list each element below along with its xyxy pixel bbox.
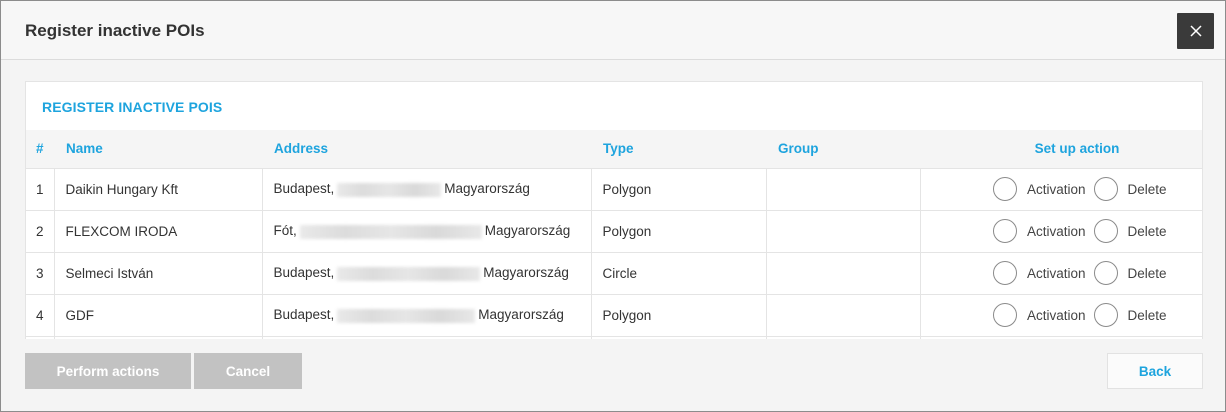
activation-label: Activation xyxy=(1026,265,1086,281)
activation-label: Activation xyxy=(1026,181,1086,197)
row-address: Budapest, Magyarország xyxy=(262,168,592,211)
row-actions: Activation Delete xyxy=(920,168,1202,211)
address-city: Budapest, xyxy=(273,181,335,197)
table-header-row: # Name Address Type Group Set up action xyxy=(26,130,1202,169)
activation-option[interactable]: Activation xyxy=(992,219,1086,243)
delete-radio[interactable] xyxy=(1093,177,1118,201)
redacted-street xyxy=(337,266,481,281)
activation-radio[interactable] xyxy=(992,177,1017,201)
back-button[interactable]: Back xyxy=(1107,353,1203,389)
row-group xyxy=(766,294,921,337)
activation-label: Activation xyxy=(1026,223,1086,239)
table-row: 2 FLEXCOM IRODA Fót, Magyarország Polygon… xyxy=(26,210,1202,253)
delete-label: Delete xyxy=(1127,181,1167,197)
row-name: GDF xyxy=(54,294,263,337)
row-type: Circle xyxy=(591,252,767,295)
activation-radio[interactable] xyxy=(992,303,1017,327)
header-type: Type xyxy=(591,130,766,169)
row-type: Polygon xyxy=(591,210,767,253)
row-actions: Activation Delete xyxy=(920,294,1202,337)
activation-radio[interactable] xyxy=(992,261,1017,285)
address-city: Budapest, xyxy=(273,307,335,323)
row-address: Budapest, Magyarország xyxy=(262,252,592,295)
row-num: 4 xyxy=(26,294,55,337)
cancel-button[interactable]: Cancel xyxy=(194,353,302,389)
delete-radio[interactable] xyxy=(1093,303,1118,327)
activation-option[interactable]: Activation xyxy=(992,303,1086,327)
address-city: Fót, xyxy=(273,223,297,239)
delete-radio[interactable] xyxy=(1093,261,1118,285)
row-actions: Activation Delete xyxy=(920,252,1202,295)
table-row: 3 Selmeci István Budapest, Magyarország C… xyxy=(26,252,1202,295)
redacted-street xyxy=(337,182,442,197)
panel-title: REGISTER INACTIVE POIS xyxy=(42,99,223,115)
table-row xyxy=(26,336,1202,339)
header-group: Group xyxy=(766,130,920,169)
activation-option[interactable]: Activation xyxy=(992,177,1086,201)
address-country: Magyarország xyxy=(444,181,530,197)
row-name: Selmeci István xyxy=(54,252,263,295)
close-button[interactable] xyxy=(1177,13,1214,49)
dialog-title: Register inactive POIs xyxy=(25,21,205,40)
poi-table: # Name Address Type Group Set up action … xyxy=(26,130,1202,339)
perform-actions-button[interactable]: Perform actions xyxy=(25,353,191,389)
header-num: # xyxy=(26,130,54,169)
delete-option[interactable]: Delete xyxy=(1093,303,1167,327)
delete-label: Delete xyxy=(1127,307,1167,323)
row-num: 1 xyxy=(26,168,55,211)
address-country: Magyarország xyxy=(478,307,564,323)
row-actions: Activation Delete xyxy=(920,210,1202,253)
redacted-street xyxy=(299,224,482,239)
row-num: 3 xyxy=(26,252,55,295)
delete-option[interactable]: Delete xyxy=(1093,261,1167,285)
register-inactive-pois-dialog: Register inactive POIs REGISTER INACTIVE… xyxy=(0,0,1226,412)
row-name: Daikin Hungary Kft xyxy=(54,168,263,211)
row-type: Polygon xyxy=(591,168,767,211)
row-group xyxy=(766,210,921,253)
activation-label: Activation xyxy=(1026,307,1086,323)
delete-option[interactable]: Delete xyxy=(1093,219,1167,243)
delete-label: Delete xyxy=(1127,265,1167,281)
delete-label: Delete xyxy=(1127,223,1167,239)
address-country: Magyarország xyxy=(483,265,569,281)
row-num: 2 xyxy=(26,210,55,253)
row-name: FLEXCOM IRODA xyxy=(54,210,263,253)
activation-radio[interactable] xyxy=(992,219,1017,243)
delete-radio[interactable] xyxy=(1093,219,1118,243)
activation-option[interactable]: Activation xyxy=(992,261,1086,285)
close-icon xyxy=(1189,25,1202,37)
table-row: 4 GDF Budapest, Magyarország Polygon Acti… xyxy=(26,294,1202,337)
address-city: Budapest, xyxy=(273,265,335,281)
row-group xyxy=(766,252,921,295)
header-name: Name xyxy=(54,130,262,169)
table-row: 1 Daikin Hungary Kft Budapest, Magyarorsz… xyxy=(26,168,1202,211)
delete-option[interactable]: Delete xyxy=(1093,177,1167,201)
dialog-header: Register inactive POIs xyxy=(1,1,1225,60)
row-type: Polygon xyxy=(591,294,767,337)
header-action: Set up action xyxy=(920,130,1202,169)
row-address: Budapest, Magyarország xyxy=(262,294,592,337)
row-group xyxy=(766,168,921,211)
header-address: Address xyxy=(262,130,591,169)
poi-panel: REGISTER INACTIVE POIS # Name Address Ty… xyxy=(25,81,1203,339)
address-country: Magyarország xyxy=(484,223,571,239)
row-address: Fót, Magyarország xyxy=(262,210,592,253)
redacted-street xyxy=(337,308,476,323)
